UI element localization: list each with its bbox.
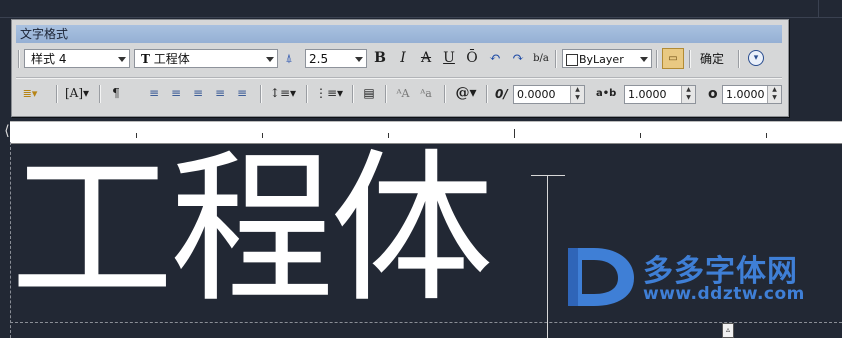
color-dropdown[interactable]: ByLayer — [562, 49, 652, 68]
symbol-icon[interactable]: @▾ — [452, 83, 480, 104]
divider — [385, 85, 387, 103]
paragraph-icon[interactable]: ¶ — [106, 83, 126, 104]
italic-button[interactable]: I — [393, 48, 413, 69]
divider — [306, 85, 308, 103]
distribute-icon[interactable]: ≡ — [232, 83, 252, 104]
insert-field-icon[interactable]: ▤ — [359, 83, 379, 104]
spinner-arrows-icon[interactable]: ▲ ▼ — [681, 86, 695, 103]
redo-button[interactable]: ↷ — [508, 48, 528, 69]
ruler-tick — [766, 133, 767, 138]
divider — [352, 85, 354, 103]
canvas-edge-line — [0, 17, 842, 18]
numbering-icon[interactable]: ⋮≡▾ — [314, 83, 344, 104]
ruler-tick — [640, 133, 641, 138]
chevron-down-icon — [639, 54, 649, 64]
divider — [656, 50, 658, 68]
truetype-font-icon: T — [141, 52, 150, 66]
undo-button[interactable]: ↶ — [485, 48, 505, 69]
tracking-input[interactable]: 1.0000 ▲ ▼ — [624, 85, 696, 104]
watermark-logo-icon — [568, 248, 634, 306]
divider — [689, 50, 691, 68]
divider — [99, 85, 101, 103]
justify-icon[interactable]: ≡ — [210, 83, 230, 104]
text-height-dropdown[interactable]: 2.5 — [305, 49, 367, 68]
ok-button[interactable]: 确定 — [700, 49, 724, 69]
text-height-value: 2.5 — [309, 52, 329, 66]
style-dropdown[interactable]: 样式 4 — [24, 49, 130, 68]
oblique-angle-icon: 0/ — [495, 87, 508, 101]
canvas-edge-line — [818, 0, 819, 18]
options-chevron-icon[interactable]: ▾ — [748, 50, 764, 66]
chevron-down-icon — [354, 54, 364, 64]
spinner-arrows-icon[interactable]: ▲ ▼ — [767, 86, 781, 103]
align-right-icon[interactable]: ≡ — [188, 83, 208, 104]
divider — [555, 50, 557, 68]
divider — [444, 85, 446, 103]
justification-icon[interactable]: [A]▾ — [62, 83, 92, 104]
tracking-icon: a•b — [596, 88, 617, 99]
divider — [486, 85, 488, 103]
stack-button[interactable]: b/a — [531, 48, 551, 69]
strikethrough-button[interactable]: A — [416, 48, 436, 69]
underline-button[interactable]: U — [439, 48, 459, 69]
resize-handle-icon[interactable]: ▵ — [722, 323, 734, 338]
watermark-url: www.ddztw.com — [643, 284, 805, 304]
color-dropdown-value: ByLayer — [579, 53, 624, 66]
spinner-arrows-icon[interactable]: ▲ ▼ — [570, 86, 584, 103]
row-divider — [16, 77, 782, 79]
font-dropdown[interactable]: T 工程体 — [134, 49, 278, 68]
style-dropdown-value: 样式 4 — [31, 52, 67, 66]
font-dropdown-value: 工程体 — [153, 52, 190, 66]
chevron-down-icon — [117, 54, 127, 64]
ruler-toggle-icon[interactable]: ▭ — [662, 48, 684, 69]
divider — [738, 50, 740, 68]
annotative-icon[interactable]: ⍋ — [279, 48, 299, 69]
lowercase-icon[interactable]: ᴬa — [416, 83, 436, 104]
toolbar-row-2: ≣▾ [A]▾ ¶ ≡ ≡ ≡ ≡ ≡ ↕≡▾ ⋮≡▾ ▤ ᴬA ᴬa @▾ 0… — [16, 82, 782, 106]
toolbar-row-1: 样式 4 T 工程体 ⍋ 2.5 B I A U Ō ↶ ↷ b/a ByLay… — [16, 47, 782, 71]
width-factor-input[interactable]: 1.0000 ▲ ▼ — [722, 85, 782, 104]
oblique-angle-input[interactable]: 0.0000 ▲ ▼ — [513, 85, 585, 104]
bold-button[interactable]: B — [370, 48, 390, 69]
tracking-value: 1.0000 — [628, 88, 667, 101]
divider — [56, 85, 58, 103]
align-left-icon[interactable]: ≡ — [144, 83, 164, 104]
uppercase-icon[interactable]: ᴬA — [393, 83, 413, 104]
ruler-tick — [514, 129, 515, 138]
line-spacing-icon[interactable]: ↕≡▾ — [268, 83, 298, 104]
width-factor-value: 1.0000 — [726, 88, 765, 101]
grip-handle[interactable] — [18, 50, 20, 68]
divider — [260, 85, 262, 103]
columns-icon[interactable]: ≣▾ — [20, 83, 40, 104]
width-factor-icon: o — [708, 86, 718, 102]
oblique-angle-value: 0.0000 — [517, 88, 556, 101]
overline-button[interactable]: Ō — [462, 48, 482, 69]
align-center-icon[interactable]: ≡ — [166, 83, 186, 104]
chevron-down-icon — [265, 54, 275, 64]
text-cursor-top — [531, 175, 565, 176]
editor-text[interactable]: 工程体 — [10, 130, 494, 330]
text-cursor — [547, 175, 548, 338]
color-swatch-icon — [566, 54, 578, 66]
toolbar-title[interactable]: 文字格式 — [16, 25, 782, 43]
text-format-toolbar: 文字格式 样式 4 T 工程体 ⍋ 2.5 B I A U Ō ↶ ↷ b/a … — [11, 19, 789, 117]
